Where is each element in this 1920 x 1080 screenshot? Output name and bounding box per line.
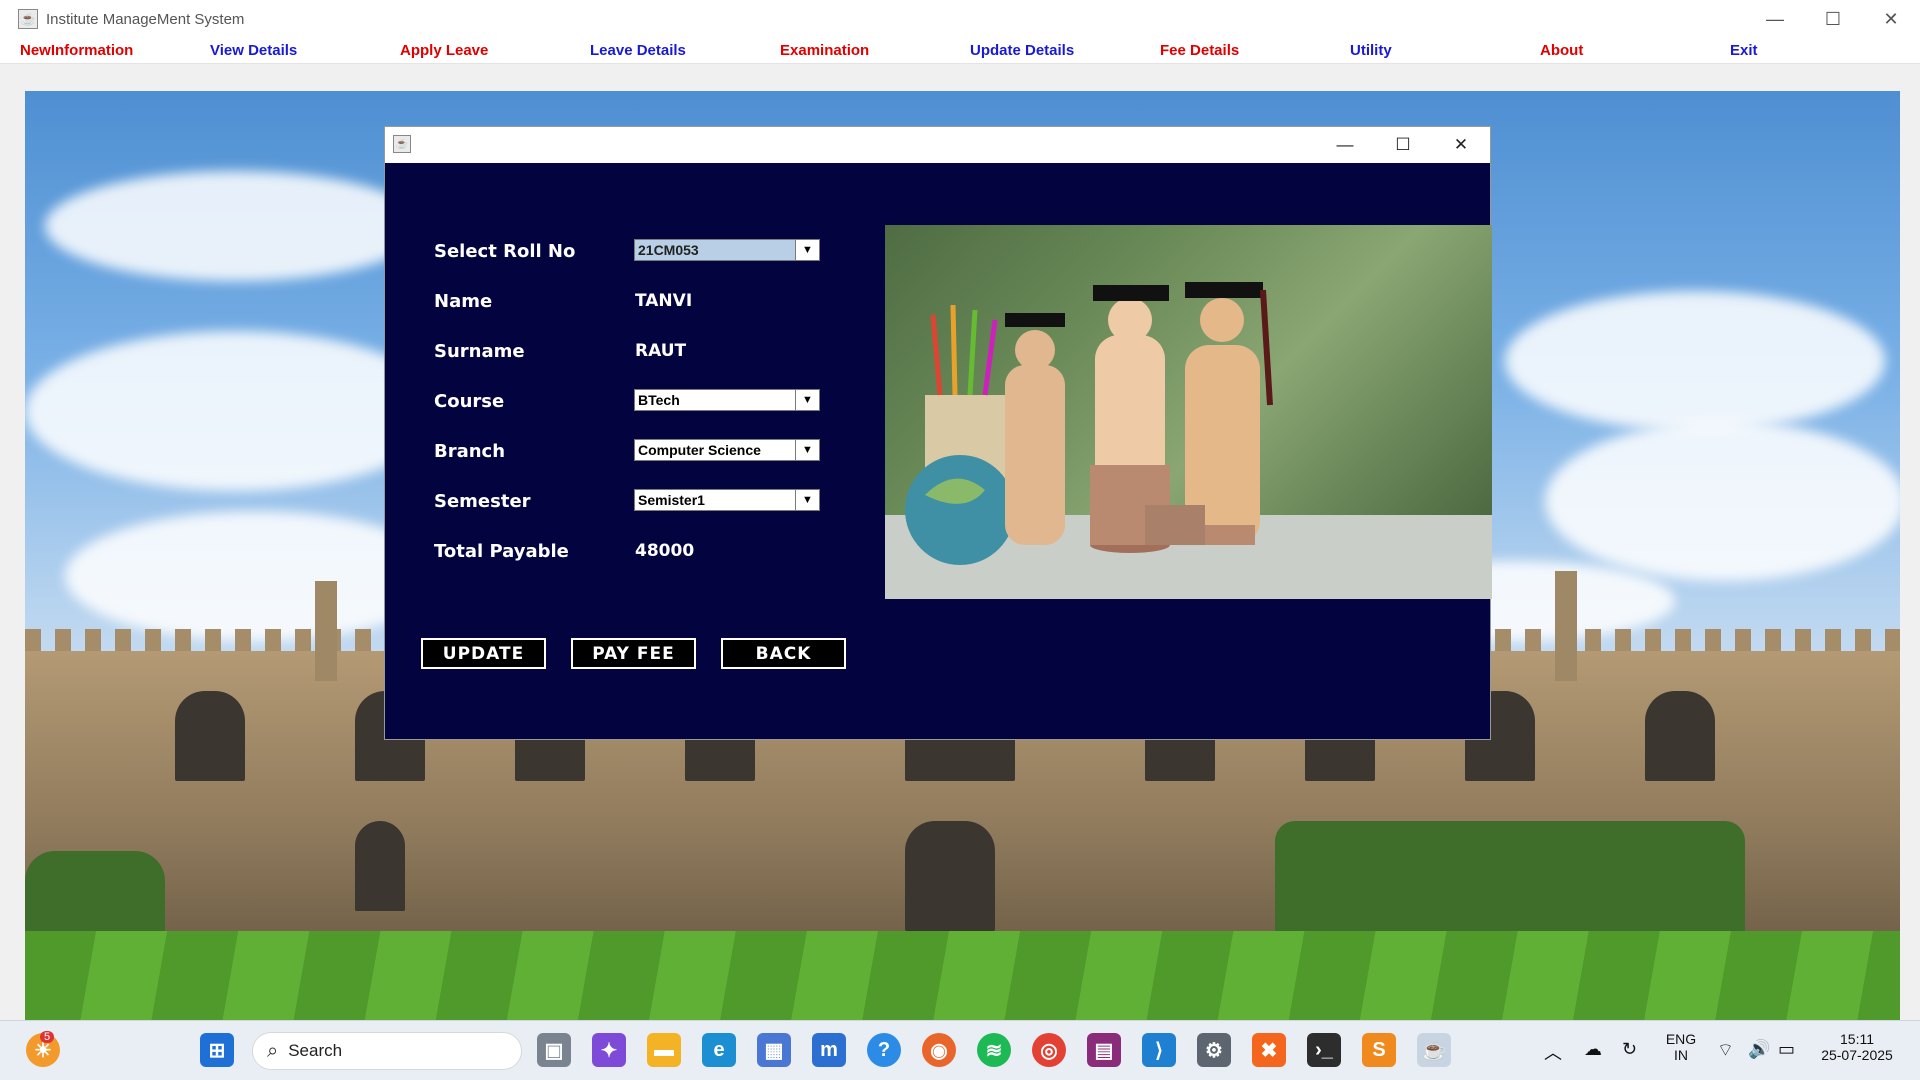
semester-value: Semister1 <box>638 492 705 508</box>
clock-time: 15:11 <box>1840 1031 1874 1047</box>
java-app-icon: ☕ <box>18 9 38 29</box>
start-icon[interactable]: ⊞ <box>200 1033 234 1067</box>
notification-badge: 5 <box>40 1031 55 1043</box>
settings-icon[interactable]: ⚙ <box>1197 1033 1231 1067</box>
spotify-icon[interactable]: ≋ <box>977 1033 1011 1067</box>
menu-about[interactable]: About <box>1540 42 1583 59</box>
title-bar: ☕ Institute ManageMent System — ☐ ✕ <box>0 0 1920 38</box>
name-value: TANVI <box>635 291 693 311</box>
branch-select[interactable]: Computer Science ▼ <box>634 439 820 461</box>
total-payable-label: Total Payable <box>434 541 569 562</box>
roll-no-value: 21CM053 <box>635 240 795 260</box>
file-explorer-icon[interactable]: ▬ <box>647 1033 681 1067</box>
menu-view-details[interactable]: View Details <box>210 42 297 59</box>
name-label: Name <box>434 291 493 312</box>
menu-update-details[interactable]: Update Details <box>970 42 1074 59</box>
back-button[interactable]: BACK <box>721 638 846 669</box>
chevron-up-icon[interactable]: ︿ <box>1544 1039 1562 1065</box>
maximize-icon[interactable]: ☐ <box>1804 0 1862 38</box>
app-icon[interactable]: m <box>812 1033 846 1067</box>
menu-utility[interactable]: Utility <box>1350 42 1392 59</box>
sublime-icon[interactable]: S <box>1362 1033 1396 1067</box>
close-icon[interactable]: ✕ <box>1862 0 1920 38</box>
menu-new-information[interactable]: NewInformation <box>20 42 133 59</box>
chevron-down-icon[interactable]: ▼ <box>795 490 819 510</box>
battery-icon[interactable]: ▭ <box>1778 1039 1795 1060</box>
wifi-icon[interactable]: ⌔ <box>1717 1039 1734 1062</box>
terminal-icon[interactable]: ›_ <box>1307 1033 1341 1067</box>
copilot-icon[interactable]: ✦ <box>592 1033 626 1067</box>
chevron-down-icon[interactable]: ▼ <box>795 390 819 410</box>
chevron-down-icon[interactable]: ▼ <box>795 440 819 460</box>
taskbar-search[interactable]: ⌕ Search <box>252 1032 522 1070</box>
graduation-fee-image <box>885 225 1492 599</box>
window-title: Institute ManageMent System <box>46 10 245 28</box>
java-app-icon: ☕ <box>393 135 411 153</box>
firefox-icon[interactable]: ◉ <box>922 1033 956 1067</box>
search-label: Search <box>288 1041 343 1060</box>
language-region: IN <box>1674 1047 1688 1063</box>
sync-icon[interactable]: ↻ <box>1622 1039 1637 1060</box>
menu-apply-leave[interactable]: Apply Leave <box>400 42 488 59</box>
maximize-icon[interactable]: ☐ <box>1374 127 1432 163</box>
clock-date: 25-07-2025 <box>1821 1047 1893 1063</box>
semester-label: Semester <box>434 491 531 512</box>
dialog-title-bar: ☕ — ☐ ✕ <box>385 127 1490 163</box>
total-payable-value: 48000 <box>635 541 695 561</box>
menu-examination[interactable]: Examination <box>780 42 869 59</box>
roll-no-select[interactable]: 21CM053 ▼ <box>634 239 820 261</box>
cloud-icon[interactable]: ☁ <box>1584 1039 1602 1060</box>
minimize-icon[interactable]: — <box>1746 0 1804 38</box>
language-code: ENG <box>1665 1031 1697 1047</box>
roll-no-label: Select Roll No <box>434 241 576 262</box>
task-view-icon[interactable]: ▣ <box>537 1033 571 1067</box>
xampp-icon[interactable]: ✖ <box>1252 1033 1286 1067</box>
minimize-icon[interactable]: — <box>1316 127 1374 163</box>
edge-icon[interactable]: e <box>702 1033 736 1067</box>
vscode-icon[interactable]: ⟩ <box>1142 1033 1176 1067</box>
semester-select[interactable]: Semister1 ▼ <box>634 489 820 511</box>
help-icon[interactable]: ? <box>867 1033 901 1067</box>
winrar-icon[interactable]: ▤ <box>1087 1033 1121 1067</box>
java-app-icon[interactable]: ☕ <box>1417 1033 1451 1067</box>
language-indicator[interactable]: ENG IN <box>1664 1031 1698 1063</box>
branch-value: Computer Science <box>638 442 761 458</box>
course-label: Course <box>434 391 505 412</box>
surname-value: RAUT <box>635 341 687 361</box>
store-icon[interactable]: ▦ <box>757 1033 791 1067</box>
pay-fee-button[interactable]: PAY FEE <box>571 638 696 669</box>
course-value: BTech <box>638 392 680 408</box>
chrome-icon[interactable]: ◎ <box>1032 1033 1066 1067</box>
search-icon: ⌕ <box>267 1039 279 1062</box>
chevron-down-icon[interactable]: ▼ <box>795 240 819 260</box>
branch-label: Branch <box>434 441 506 462</box>
menu-leave-details[interactable]: Leave Details <box>590 42 686 59</box>
menu-exit[interactable]: Exit <box>1730 42 1758 59</box>
volume-icon[interactable]: 🔊 <box>1748 1039 1770 1060</box>
close-icon[interactable]: ✕ <box>1432 127 1490 163</box>
windows-taskbar: ☀ 5 ⊞ ⌕ Search ▣ ✦ ▬ e ▦ m ? ◉ ≋ ◎ ▤ ⟩ ⚙… <box>0 1020 1920 1080</box>
update-button[interactable]: UPDATE <box>421 638 546 669</box>
main-window: ☕ Institute ManageMent System — ☐ ✕ NewI… <box>0 0 1920 1020</box>
course-select[interactable]: BTech ▼ <box>634 389 820 411</box>
menu-fee-details[interactable]: Fee Details <box>1160 42 1239 59</box>
fee-details-dialog: ☕ — ☐ ✕ Select Roll No 21CM053 ▼ Name TA… <box>384 126 1492 740</box>
surname-label: Surname <box>434 341 525 362</box>
menu-bar: NewInformation View Details Apply Leave … <box>0 38 1920 64</box>
clock[interactable]: 15:11 25-07-2025 <box>1812 1031 1902 1063</box>
